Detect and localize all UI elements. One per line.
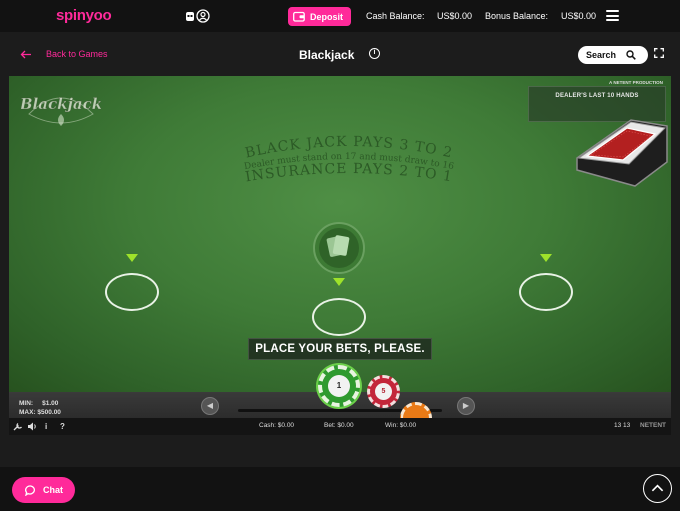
netent-brand: NETENT <box>640 422 666 429</box>
cash-status: Cash: $0.00 <box>259 422 295 429</box>
chat-bubble-icon <box>25 484 35 496</box>
seat-center-arrow-icon <box>333 278 345 286</box>
scroll-to-top-icon[interactable] <box>643 474 672 503</box>
deposit-button[interactable]: Deposit <box>288 7 351 26</box>
seat-right-arrow-icon <box>540 254 552 262</box>
min-label: MIN: <box>19 400 34 407</box>
help-icon[interactable]: ? <box>60 422 65 431</box>
search-button[interactable]: Search <box>578 46 648 64</box>
bet-spot-right[interactable] <box>519 273 573 311</box>
search-label: Search <box>586 50 617 60</box>
chip-1[interactable]: 1 <box>318 365 360 407</box>
back-label: Back to Games <box>46 49 108 59</box>
bet-spot-center[interactable] <box>312 298 366 336</box>
settings-icon[interactable] <box>13 422 23 431</box>
bonus-balance-label: Bonus Balance: <box>485 11 549 21</box>
chip-5[interactable]: 5 <box>367 375 400 408</box>
bottom-bar <box>0 467 680 511</box>
cash-balance-label: Cash Balance: <box>366 11 425 21</box>
max-label: MAX: <box>19 409 36 416</box>
min-value: $1.00 <box>42 400 59 407</box>
bonus-balance-value: US$0.00 <box>561 11 597 21</box>
game-title: Blackjack <box>299 48 355 62</box>
card-deck-icon[interactable] <box>312 222 366 274</box>
blackjack-table: Blackjack A NETENT PRODUCTION DEALER'S L… <box>9 76 671 392</box>
chip-next-button[interactable]: ▶ <box>457 397 475 415</box>
chat-button[interactable]: Chat <box>12 477 75 503</box>
search-icon <box>626 50 636 60</box>
spinyoo-logo[interactable]: spinyoo <box>56 7 112 24</box>
chip-prev-button[interactable]: ◀ <box>201 397 219 415</box>
bet-spot-left[interactable] <box>105 273 159 311</box>
table-limits: MIN: $1.00 MAX: $500.00 <box>19 399 61 417</box>
sound-icon[interactable] <box>27 422 38 431</box>
bet-status: Bet: $0.00 <box>324 422 354 429</box>
menu-icon[interactable] <box>606 10 619 21</box>
deposit-label: Deposit <box>310 11 344 22</box>
game-frame: Blackjack A NETENT PRODUCTION DEALER'S L… <box>9 76 671 435</box>
seat-left-arrow-icon <box>126 254 138 262</box>
user-icon[interactable] <box>196 9 210 23</box>
chat-label: Chat <box>43 485 63 495</box>
arrow-left-icon <box>20 50 31 58</box>
cash-balance-value: US$0.00 <box>437 11 473 21</box>
robot-icon[interactable] <box>183 9 197 23</box>
max-value: $500.00 <box>37 409 61 416</box>
clock-text: 13 13 <box>614 422 631 429</box>
game-info-icon[interactable]: i <box>45 422 47 431</box>
place-bets-prompt: PLACE YOUR BETS, PLEASE. <box>248 338 432 360</box>
info-icon[interactable]: i <box>369 48 380 59</box>
fullscreen-icon[interactable] <box>654 48 664 58</box>
wallet-icon <box>293 11 305 22</box>
win-status: Win: $0.00 <box>385 422 417 429</box>
back-to-games-link[interactable]: Back to Games <box>20 49 108 59</box>
